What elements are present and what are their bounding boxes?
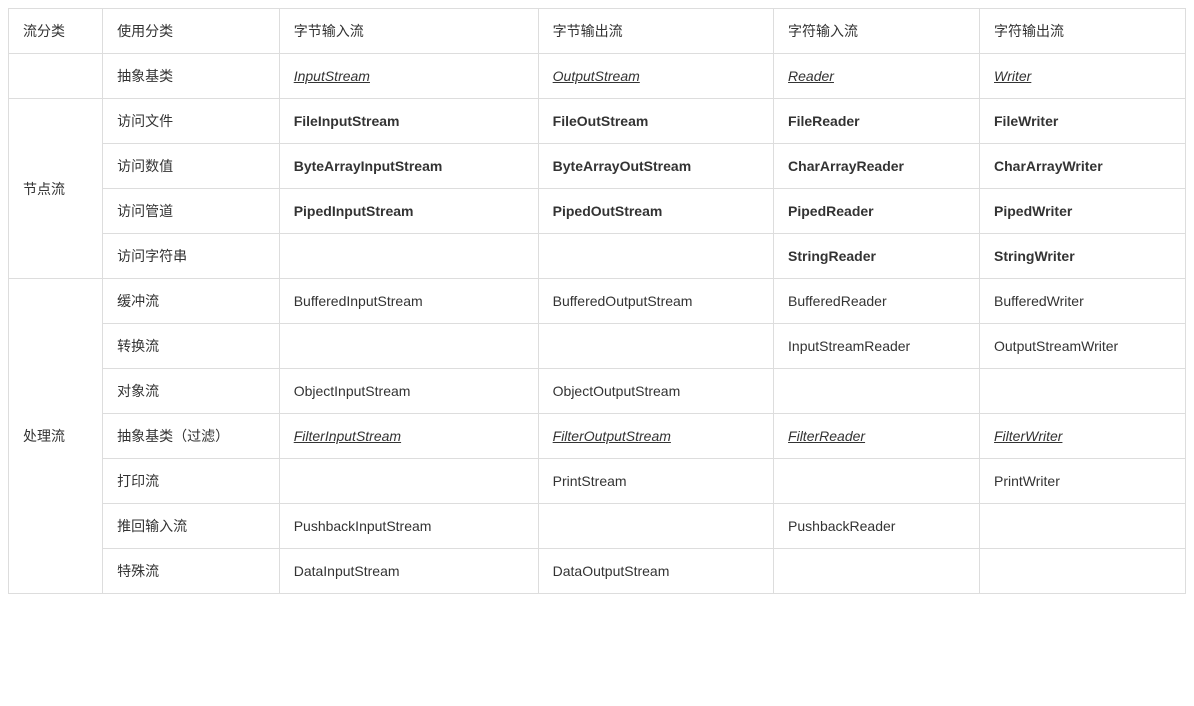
usage-cell: 打印流: [103, 459, 280, 504]
table-row: 处理流缓冲流BufferedInputStreamBufferedOutputS…: [9, 279, 1186, 324]
stream-cell: ByteArrayInputStream: [279, 144, 538, 189]
stream-cell: FileOutStream: [538, 99, 773, 144]
stream-cell: [980, 369, 1186, 414]
stream-cell: PushbackReader: [774, 504, 980, 549]
table-header-cell: 使用分类: [103, 9, 280, 54]
stream-cell: [279, 234, 538, 279]
stream-cell: ObjectInputStream: [279, 369, 538, 414]
table-row: 访问数值ByteArrayInputStreamByteArrayOutStre…: [9, 144, 1186, 189]
usage-cell: 推回输入流: [103, 504, 280, 549]
stream-cell: [279, 459, 538, 504]
table-row: 转换流 InputStreamReaderOutputStreamWriter: [9, 324, 1186, 369]
usage-cell: 转换流: [103, 324, 280, 369]
category-cell: 节点流: [9, 99, 103, 279]
table-row: 打印流 PrintStream PrintWriter: [9, 459, 1186, 504]
table-row: 访问管道PipedInputStreamPipedOutStreamPipedR…: [9, 189, 1186, 234]
table-row: 访问字符串 StringReaderStringWriter: [9, 234, 1186, 279]
table-header-cell: 流分类: [9, 9, 103, 54]
stream-cell: PipedOutStream: [538, 189, 773, 234]
category-cell: [9, 54, 103, 99]
stream-cell: ObjectOutputStream: [538, 369, 773, 414]
usage-cell: 访问字符串: [103, 234, 280, 279]
table-row: 抽象基类（过滤）FilterInputStreamFilterOutputStr…: [9, 414, 1186, 459]
stream-cell: FileReader: [774, 99, 980, 144]
stream-cell: Reader: [774, 54, 980, 99]
stream-cell: CharArrayWriter: [980, 144, 1186, 189]
usage-cell: 特殊流: [103, 549, 280, 594]
stream-cell: PrintWriter: [980, 459, 1186, 504]
table-header-row: 流分类使用分类字节输入流字节输出流字符输入流字符输出流: [9, 9, 1186, 54]
table-row: 对象流ObjectInputStreamObjectOutputStream: [9, 369, 1186, 414]
usage-cell: 对象流: [103, 369, 280, 414]
stream-cell: [538, 234, 773, 279]
stream-cell: DataOutputStream: [538, 549, 773, 594]
stream-cell: DataInputStream: [279, 549, 538, 594]
stream-cell: StringReader: [774, 234, 980, 279]
stream-cell: [774, 549, 980, 594]
stream-cell: [980, 504, 1186, 549]
stream-cell: [774, 369, 980, 414]
stream-cell: [774, 459, 980, 504]
table-row: 推回输入流PushbackInputStream PushbackReader: [9, 504, 1186, 549]
stream-cell: FilterOutputStream: [538, 414, 773, 459]
usage-cell: 缓冲流: [103, 279, 280, 324]
stream-cell: FilterReader: [774, 414, 980, 459]
stream-cell: PushbackInputStream: [279, 504, 538, 549]
stream-cell: PipedWriter: [980, 189, 1186, 234]
stream-cell: BufferedWriter: [980, 279, 1186, 324]
stream-cell: BufferedOutputStream: [538, 279, 773, 324]
stream-cell: FilterWriter: [980, 414, 1186, 459]
table-row: 特殊流DataInputStreamDataOutputStream: [9, 549, 1186, 594]
usage-cell: 抽象基类（过滤）: [103, 414, 280, 459]
table-header-cell: 字符输出流: [980, 9, 1186, 54]
stream-cell: InputStreamReader: [774, 324, 980, 369]
stream-cell: [538, 504, 773, 549]
table-header-cell: 字节输出流: [538, 9, 773, 54]
usage-cell: 抽象基类: [103, 54, 280, 99]
stream-cell: PipedReader: [774, 189, 980, 234]
stream-cell: ByteArrayOutStream: [538, 144, 773, 189]
stream-cell: StringWriter: [980, 234, 1186, 279]
stream-cell: Writer: [980, 54, 1186, 99]
stream-cell: InputStream: [279, 54, 538, 99]
usage-cell: 访问管道: [103, 189, 280, 234]
io-stream-table: 流分类使用分类字节输入流字节输出流字符输入流字符输出流抽象基类InputStre…: [8, 8, 1186, 594]
table-row: 节点流访问文件FileInputStreamFileOutStreamFileR…: [9, 99, 1186, 144]
category-cell: 处理流: [9, 279, 103, 594]
stream-cell: CharArrayReader: [774, 144, 980, 189]
table-header-cell: 字节输入流: [279, 9, 538, 54]
stream-cell: PipedInputStream: [279, 189, 538, 234]
stream-cell: BufferedReader: [774, 279, 980, 324]
stream-cell: FilterInputStream: [279, 414, 538, 459]
stream-cell: [980, 549, 1186, 594]
stream-cell: OutputStreamWriter: [980, 324, 1186, 369]
stream-cell: OutputStream: [538, 54, 773, 99]
stream-cell: [538, 324, 773, 369]
usage-cell: 访问文件: [103, 99, 280, 144]
stream-cell: FileInputStream: [279, 99, 538, 144]
table-header-cell: 字符输入流: [774, 9, 980, 54]
stream-cell: BufferedInputStream: [279, 279, 538, 324]
stream-cell: PrintStream: [538, 459, 773, 504]
table-row: 抽象基类InputStreamOutputStreamReaderWriter: [9, 54, 1186, 99]
stream-cell: FileWriter: [980, 99, 1186, 144]
usage-cell: 访问数值: [103, 144, 280, 189]
stream-cell: [279, 324, 538, 369]
